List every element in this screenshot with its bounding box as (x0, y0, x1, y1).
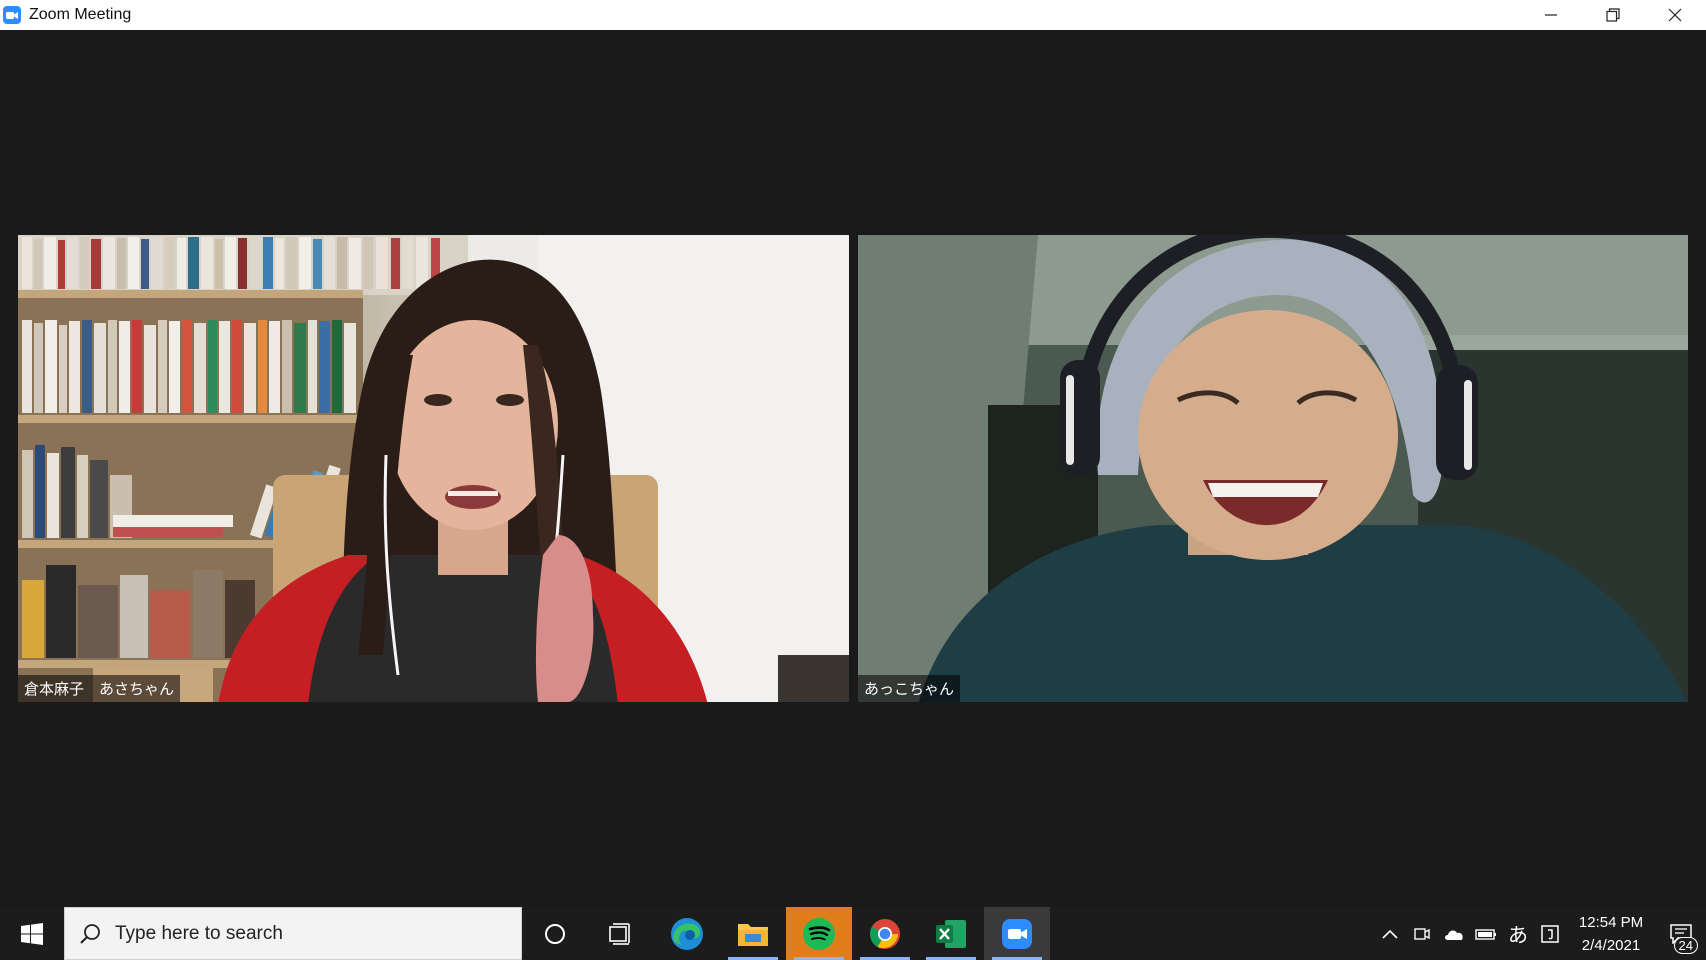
ime-mode-icon (1541, 924, 1559, 943)
chevron-up-icon (1382, 929, 1398, 939)
title-bar: Zoom Meeting (0, 0, 1706, 30)
minimize-button[interactable] (1520, 0, 1582, 30)
taskbar: Type here to search あ 12:54 PM 2/4/2021 … (0, 907, 1706, 960)
system-tray: あ 12:54 PM 2/4/2021 24 (1374, 907, 1706, 960)
ime-indicator[interactable]: あ (1502, 907, 1534, 960)
meet-now-button[interactable] (1406, 907, 1438, 960)
search-icon (80, 923, 100, 944)
start-button[interactable] (0, 907, 64, 960)
search-placeholder: Type here to search (115, 922, 283, 944)
excel-icon (936, 919, 966, 948)
clock-date: 2/4/2021 (1581, 936, 1641, 954)
meeting-gallery: 倉本麻子 あさちゃん あっこちゃん (0, 30, 1706, 907)
close-button[interactable] (1644, 0, 1706, 30)
participant-video (18, 235, 849, 702)
minimize-icon (1545, 14, 1557, 16)
clock-time: 12:54 PM (1578, 913, 1644, 931)
meet-now-icon (1414, 927, 1430, 940)
window-controls (1520, 0, 1706, 30)
participant-video (858, 235, 1688, 702)
window-title: Zoom Meeting (29, 6, 132, 23)
participant-name: 倉本麻子 あさちゃん (18, 675, 181, 702)
windows-logo-icon (21, 922, 43, 945)
file-explorer-icon (738, 923, 768, 946)
participant-video-tile[interactable]: 倉本麻子 あさちゃん (18, 235, 849, 702)
battery-button[interactable] (1470, 907, 1502, 960)
taskbar-app-chrome[interactable] (852, 907, 918, 960)
zoom-icon (1002, 918, 1032, 949)
onedrive-icon (1445, 930, 1463, 940)
show-hidden-icons-button[interactable] (1374, 907, 1406, 960)
taskbar-app-zoom[interactable] (984, 907, 1050, 960)
restore-button[interactable] (1582, 0, 1644, 30)
taskbar-search-box[interactable]: Type here to search (64, 907, 522, 960)
chrome-icon (869, 918, 900, 949)
taskbar-app-excel[interactable] (918, 907, 984, 960)
task-view-icon (609, 922, 630, 945)
participant-name: あっこちゃん (858, 675, 961, 702)
taskbar-app-spotify[interactable] (786, 907, 852, 960)
cortana-button[interactable] (522, 907, 588, 960)
participant-video-tile[interactable]: あっこちゃん (858, 235, 1688, 702)
ime-mode-button[interactable] (1534, 907, 1566, 960)
onedrive-button[interactable] (1438, 907, 1470, 960)
action-center-button[interactable]: 24 (1656, 907, 1706, 960)
battery-icon (1475, 928, 1496, 940)
taskbar-clock[interactable]: 12:54 PM 2/4/2021 (1566, 911, 1656, 957)
cortana-icon (545, 923, 565, 944)
zoom-camera-icon (3, 6, 21, 24)
notification-count-badge: 24 (1673, 937, 1698, 954)
taskbar-app-edge[interactable] (654, 907, 720, 960)
spotify-icon (803, 917, 835, 950)
taskbar-app-file-explorer[interactable] (720, 907, 786, 960)
close-icon (1668, 8, 1682, 22)
edge-icon (671, 917, 703, 950)
task-view-button[interactable] (588, 907, 654, 960)
restore-icon (1606, 8, 1620, 22)
